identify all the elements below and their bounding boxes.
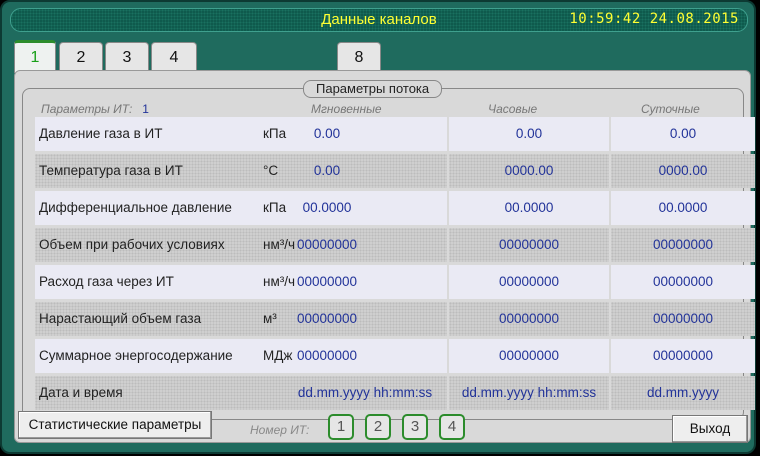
row-name: Температура газа в ИТ <box>39 163 183 178</box>
value-hourly: 00000000 <box>449 302 609 336</box>
it-button-3[interactable]: 3 <box>402 414 428 440</box>
tab-3[interactable]: 3 <box>105 42 149 71</box>
value-daily: 0.00 <box>611 117 755 151</box>
content-panel: Параметры потока Параметры ИТ: 1 Мгновенн… <box>14 70 755 443</box>
value-instant: 00000000 <box>296 348 358 363</box>
params-header: Параметры ИТ: 1 <box>41 102 149 116</box>
window-frame: Данные каналов 10:59:42 24.08.2015 1 2 3… <box>0 0 756 454</box>
value-daily: dd.mm.yyyy <box>611 376 755 410</box>
col-header-hourly: Часовые <box>488 102 538 116</box>
tab-8[interactable]: 8 <box>337 42 381 71</box>
title-bar: Данные каналов 10:59:42 24.08.2015 <box>10 8 748 32</box>
row-name: Нарастающий объем газа <box>39 311 202 326</box>
value-hourly: 00000000 <box>449 339 609 373</box>
value-instant: 00000000 <box>296 237 358 252</box>
value-daily: 00.0000 <box>611 191 755 225</box>
value-daily: 00000000 <box>611 265 755 299</box>
value-hourly: dd.mm.yyyy hh:mm:ss <box>449 376 609 410</box>
it-button-2[interactable]: 2 <box>365 414 391 440</box>
col-header-instant: Мгновенные <box>311 102 382 116</box>
value-daily: 0000.00 <box>611 154 755 188</box>
value-hourly: 0.00 <box>449 117 609 151</box>
row-name: Дата и время <box>39 385 123 400</box>
row-unit: °C <box>263 163 279 178</box>
exit-button[interactable]: Выход <box>672 415 748 443</box>
col-header-daily: Суточные <box>641 102 700 116</box>
value-daily: 00000000 <box>611 302 755 336</box>
value-instant: 00000000 <box>296 311 358 326</box>
stats-params-button[interactable]: Статистические параметры <box>18 411 212 439</box>
value-instant: 0.00 <box>313 163 341 178</box>
value-daily: 00000000 <box>611 228 755 262</box>
it-number-label: Номер ИТ: <box>250 423 310 437</box>
value-instant: 00000000 <box>296 274 358 289</box>
row-unit: м³ <box>263 311 277 326</box>
value-instant: dd.mm.yyyy hh:mm:ss <box>297 385 433 400</box>
tab-2[interactable]: 2 <box>59 42 103 71</box>
value-daily: 00000000 <box>611 339 755 373</box>
value-instant: 00.0000 <box>302 200 352 215</box>
row-name: Объем при рабочих условиях <box>39 237 225 252</box>
row-name: Давление газа в ИТ <box>39 126 163 141</box>
value-instant: 0.00 <box>313 126 341 141</box>
row-name: Расход газа через ИТ <box>39 274 174 289</box>
value-hourly: 00000000 <box>449 228 609 262</box>
section-title: Параметры потока <box>303 80 443 98</box>
row-name: Дифференциальное давление <box>39 200 232 215</box>
clock: 10:59:42 24.08.2015 <box>569 11 739 27</box>
tab-4[interactable]: 4 <box>151 42 197 71</box>
params-label: Параметры ИТ: <box>41 102 133 116</box>
value-hourly: 00000000 <box>449 265 609 299</box>
value-hourly: 00.0000 <box>449 191 609 225</box>
value-hourly: 0000.00 <box>449 154 609 188</box>
params-value: 1 <box>142 102 149 116</box>
it-button-4[interactable]: 4 <box>439 414 465 440</box>
it-button-1[interactable]: 1 <box>328 414 354 440</box>
tab-1[interactable]: 1 <box>14 40 56 73</box>
row-name: Суммарное энергосодержание <box>39 348 233 363</box>
